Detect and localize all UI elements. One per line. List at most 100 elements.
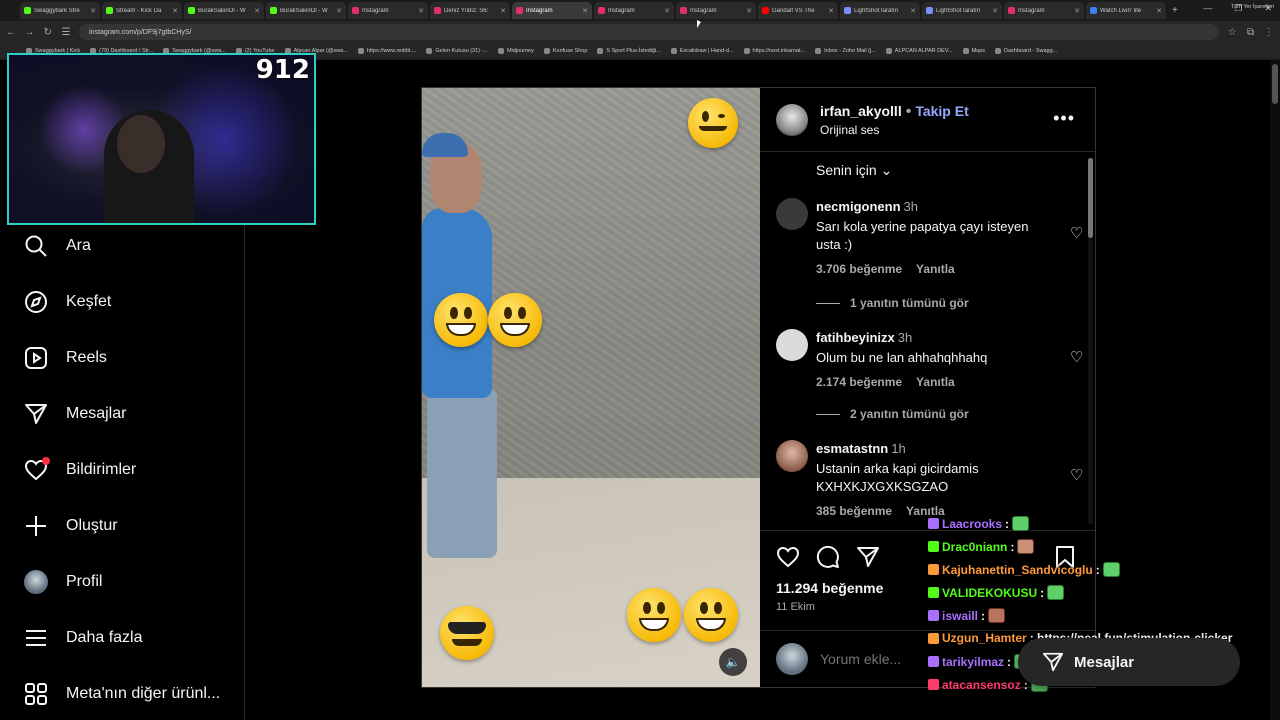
sidebar-item-more[interactable]: Daha fazla (24, 625, 143, 651)
comment-likes[interactable]: 2.174 beğenme (816, 375, 902, 389)
browser-tab[interactable]: BurakSakinOl - W ✕ (266, 2, 346, 19)
bookmark-item[interactable]: S Sport Plus-İstediği... (597, 47, 661, 54)
comment-likes[interactable]: 385 beğenme (816, 504, 892, 518)
more-options-icon[interactable]: ••• (1053, 108, 1075, 129)
bookmark-item[interactable]: https://next.inkarnat... (743, 47, 805, 54)
sidebar-item-meta-products[interactable]: Meta'nın diğer ürünl... (24, 681, 220, 707)
minimize-icon[interactable]: — (1203, 3, 1212, 14)
tab-close-icon[interactable]: ✕ (254, 7, 260, 15)
tab-close-icon[interactable]: ✕ (1074, 7, 1080, 15)
tab-close-icon[interactable]: ✕ (418, 7, 424, 15)
browser-tab[interactable]: LightShot tarafın ✕ (922, 2, 1002, 19)
tab-close-icon[interactable]: ✕ (992, 7, 998, 15)
floating-messages-button[interactable]: Mesajlar (1018, 638, 1240, 686)
chat-username: Uzgun_Hamter (942, 631, 1027, 645)
reply-button[interactable]: Yanıtla (916, 262, 955, 276)
chat-username: atacansensoz (942, 677, 1021, 692)
page-scrollbar[interactable] (1270, 60, 1280, 720)
bookmark-item[interactable]: Konfuse Shop (543, 47, 587, 54)
browser-tab[interactable]: Stream - Kick Da ✕ (102, 2, 182, 19)
author-username[interactable]: irfan_akyolll (820, 103, 902, 119)
comment-bubble-icon[interactable] (816, 545, 840, 569)
bookmark-item[interactable]: Gelen Kutusu (31) -... (426, 47, 488, 54)
forward-icon[interactable]: → (24, 27, 34, 38)
share-paper-plane-icon[interactable] (856, 545, 880, 569)
tab-close-icon[interactable]: ✕ (828, 7, 834, 15)
reel-video[interactable]: 🔈 (422, 88, 760, 687)
commenter-avatar[interactable] (776, 440, 808, 472)
sidebar-item-search[interactable]: Ara (24, 233, 91, 259)
reply-button[interactable]: Yanıtla (916, 375, 955, 389)
sidebar-item-reels[interactable]: Reels (24, 345, 107, 371)
reload-icon[interactable]: ↻ (43, 27, 53, 38)
comment-like-heart-icon[interactable]: ♡ (1070, 224, 1086, 242)
follow-button[interactable]: Takip Et (915, 103, 968, 119)
post-likes-count[interactable]: 11.294 beğenme (776, 580, 883, 596)
post-date: 11 Ekim (776, 601, 815, 613)
browser-tab[interactable]: Swaggybark Stre ✕ (20, 2, 100, 19)
tab-close-icon[interactable]: ✕ (90, 7, 96, 15)
browser-tab[interactable]: Watch Livin' life ✕ (1086, 2, 1166, 19)
author-avatar[interactable] (776, 103, 808, 136)
bookmark-item[interactable]: Midjourney (497, 47, 534, 54)
sidebar-item-profile[interactable]: Profil (24, 569, 102, 595)
sunglasses-emoji (440, 606, 494, 660)
browser-menu-icon[interactable]: ⋮ (1264, 27, 1274, 38)
all-bookmarks-link[interactable]: Tüm Yer İşaretleri (1231, 4, 1274, 10)
browser-tab[interactable]: Instagram ✕ (512, 2, 592, 19)
browser-tab[interactable]: Instagram ✕ (1004, 2, 1084, 19)
browser-tab[interactable]: Deniz Yıldız: S6: ✕ (430, 2, 510, 19)
back-icon[interactable]: ← (6, 27, 16, 38)
audio-label[interactable]: Orijinal ses (820, 123, 969, 137)
browser-tab[interactable]: BurakSakinOl - W ✕ (184, 2, 264, 19)
sidebar-item-create[interactable]: Oluştur (24, 513, 118, 539)
bookmark-item[interactable]: Inbox - Zoho Mail (j... (815, 47, 876, 54)
comment-like-heart-icon[interactable]: ♡ (1070, 466, 1086, 484)
bookmark-item[interactable]: https://www.reddit.... (357, 47, 416, 54)
comments-scrollbar[interactable] (1088, 158, 1093, 524)
tab-label: Watch Livin' life (1100, 7, 1142, 14)
commenter-avatar[interactable] (776, 198, 808, 230)
sidebar-item-explore[interactable]: Keşfet (24, 289, 111, 315)
sidebar-item-notifications[interactable]: Bildirimler (24, 457, 136, 483)
bookmark-star-icon[interactable]: ☆ (1227, 27, 1237, 38)
extensions-icon[interactable]: ⧉ (1245, 27, 1255, 38)
browser-tab[interactable]: LightShot tarafın ✕ (840, 2, 920, 19)
bookmark-item[interactable]: ALPCAN ALPAR DEV... (885, 47, 953, 54)
comment-likes[interactable]: 3.706 beğenme (816, 262, 902, 276)
browser-tab[interactable]: Gandalf VS The ✕ (758, 2, 838, 19)
commenter-avatar[interactable] (776, 329, 808, 361)
comment-like-heart-icon[interactable]: ♡ (1070, 348, 1086, 366)
tab-close-icon[interactable]: ✕ (336, 7, 342, 15)
tab-label: Deniz Yıldız: S6: (444, 7, 489, 14)
browser-tab[interactable]: Instagram ✕ (676, 2, 756, 19)
new-tab-icon[interactable]: + (1172, 5, 1178, 16)
browser-tab[interactable]: Instagram ✕ (348, 2, 428, 19)
bookmark-favicon-icon (995, 47, 1002, 54)
chat-badge-icon (928, 679, 939, 690)
comment-sort-dropdown[interactable]: Senin için ⌄ (816, 162, 892, 179)
commenter-username[interactable]: fatihbeyinizx (816, 330, 895, 345)
tab-close-icon[interactable]: ✕ (1156, 7, 1162, 15)
view-replies-link[interactable]: 2 yanıtın tümünü gör (816, 407, 969, 421)
bookmark-label: Maps (971, 47, 986, 54)
browser-tab[interactable]: Instagram ✕ (594, 2, 674, 19)
commenter-username[interactable]: esmatastnn (816, 441, 888, 456)
site-info-icon[interactable]: ☰ (61, 27, 71, 38)
chat-badge-icon (928, 564, 939, 575)
tab-close-icon[interactable]: ✕ (746, 7, 752, 15)
bookmark-item[interactable]: Maps (962, 47, 986, 54)
sound-toggle-button[interactable]: 🔈 (719, 648, 747, 676)
like-heart-icon[interactable] (776, 545, 800, 569)
bookmark-item[interactable]: Excalidraw | Hand-d... (670, 47, 734, 54)
tab-close-icon[interactable]: ✕ (582, 7, 588, 15)
view-replies-link[interactable]: 1 yanıtın tümünü gör (816, 296, 969, 310)
bookmark-item[interactable]: Dashboard - Swagg... (995, 47, 1057, 54)
sidebar-item-messages[interactable]: Mesajlar (24, 401, 126, 427)
tab-close-icon[interactable]: ✕ (910, 7, 916, 15)
tab-close-icon[interactable]: ✕ (172, 7, 178, 15)
tab-close-icon[interactable]: ✕ (500, 7, 506, 15)
address-bar[interactable]: instagram.com/p/DF9j7gtbCHyS/ (79, 24, 1220, 40)
commenter-username[interactable]: necmigonenn (816, 199, 901, 214)
tab-close-icon[interactable]: ✕ (664, 7, 670, 15)
